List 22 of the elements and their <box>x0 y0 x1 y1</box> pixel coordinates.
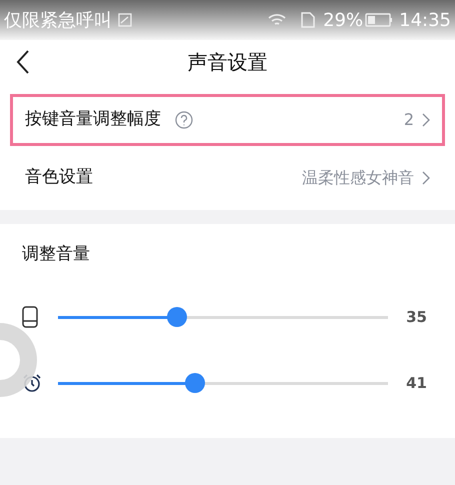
sim-card-icon <box>301 12 316 28</box>
volume-value: 35 <box>406 306 427 328</box>
section-title: 调整音量 <box>21 243 91 266</box>
setting-label: 音色设置 <box>25 166 93 190</box>
settings-row[interactable]: 音色设置 温柔性感女神音 <box>10 152 445 204</box>
page-title: 声音设置 <box>188 49 268 76</box>
phone-icon <box>22 306 38 328</box>
setting-value: 2 <box>404 109 414 131</box>
battery-icon <box>365 12 394 28</box>
setting-label: 按键音量调整幅度 <box>25 108 161 132</box>
help-icon[interactable] <box>175 111 193 129</box>
settings-row[interactable]: 按键音量调整幅度 2 <box>10 94 445 146</box>
battery-percent: 29% <box>323 8 364 32</box>
chevron-right-icon <box>422 171 430 185</box>
setting-value: 温柔性感女神音 <box>302 167 414 189</box>
carrier-text: 仅限紧急呼叫 <box>4 8 112 32</box>
clock-text: 14:35 <box>399 8 451 32</box>
chevron-right-icon <box>422 113 430 127</box>
volume-slider[interactable] <box>58 307 388 327</box>
volume-value: 41 <box>406 372 427 394</box>
image-icon <box>118 13 132 27</box>
volume-slider[interactable] <box>58 373 388 393</box>
